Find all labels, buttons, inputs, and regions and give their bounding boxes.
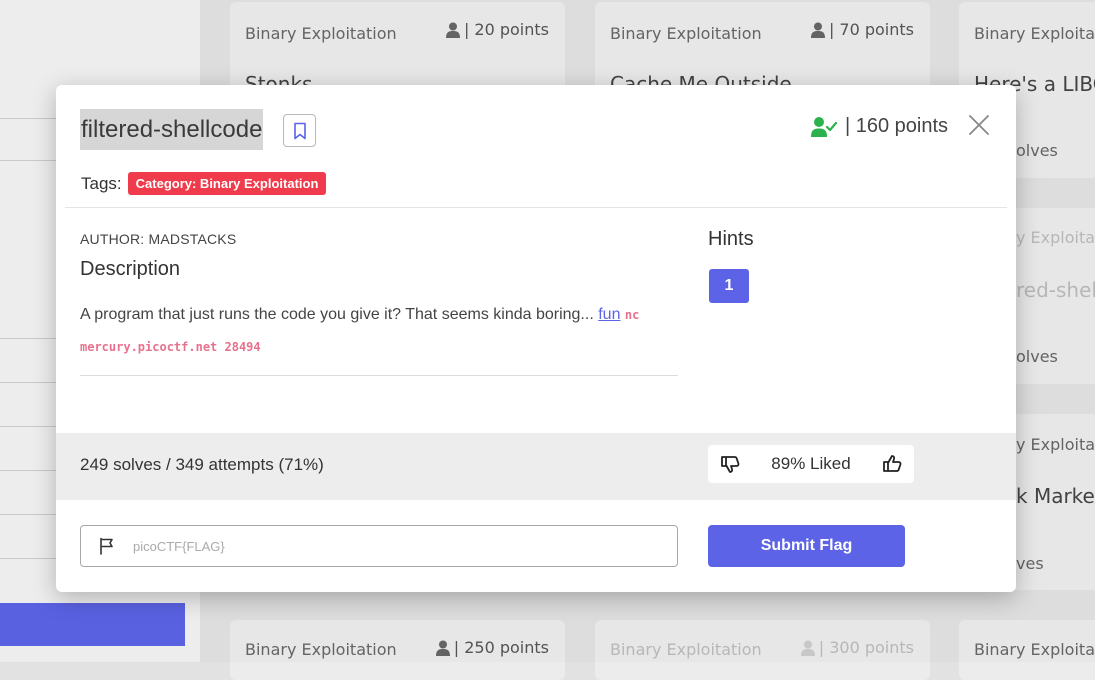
hints-heading: Hints (708, 228, 754, 250)
hint-button[interactable]: 1 (709, 269, 749, 303)
solve-stats: 249 solves / 349 attempts (71%) (80, 455, 324, 474)
flag-field[interactable] (80, 525, 678, 567)
bookmark-icon (293, 122, 306, 139)
flag-icon (97, 536, 117, 556)
description-body: A program that just runs the code you gi… (80, 306, 599, 323)
flag-input[interactable] (131, 537, 677, 555)
challenge-modal: filtered-shellcode | 160 points Tags: Ca… (56, 85, 1016, 592)
title-highlight: filtered-shellcode (80, 109, 264, 150)
category-tag[interactable]: Category: Binary Exploitation (127, 172, 327, 195)
description-heading: Description (80, 258, 181, 280)
submit-flag-button[interactable]: Submit Flag (708, 525, 905, 567)
close-button[interactable] (966, 112, 992, 138)
like-button[interactable] (882, 454, 902, 474)
divider (65, 207, 1007, 208)
challenge-points: | 160 points (844, 115, 948, 137)
stats-band: 249 solves / 349 attempts (71%) 89% Like… (56, 433, 1016, 500)
description-code: mercury.picoctf.net 28494 (80, 340, 261, 354)
rating-box: 89% Liked (708, 445, 914, 483)
tags-label: Tags: (81, 173, 122, 193)
points-area: | 160 points (810, 115, 948, 138)
author: AUTHOR: MADSTACKS (80, 231, 237, 247)
bookmark-button[interactable] (283, 114, 316, 147)
description-link[interactable]: fun (598, 306, 620, 323)
thumbs-up-icon (883, 455, 902, 472)
close-icon (969, 115, 989, 135)
tags-row: Tags: Category: Binary Exploitation (81, 172, 327, 195)
description-code: nc (624, 308, 640, 322)
challenge-title: filtered-shellcode (81, 115, 263, 143)
user-check-icon (810, 116, 837, 137)
description-text: A program that just runs the code you gi… (80, 299, 680, 363)
description-divider (80, 375, 678, 376)
